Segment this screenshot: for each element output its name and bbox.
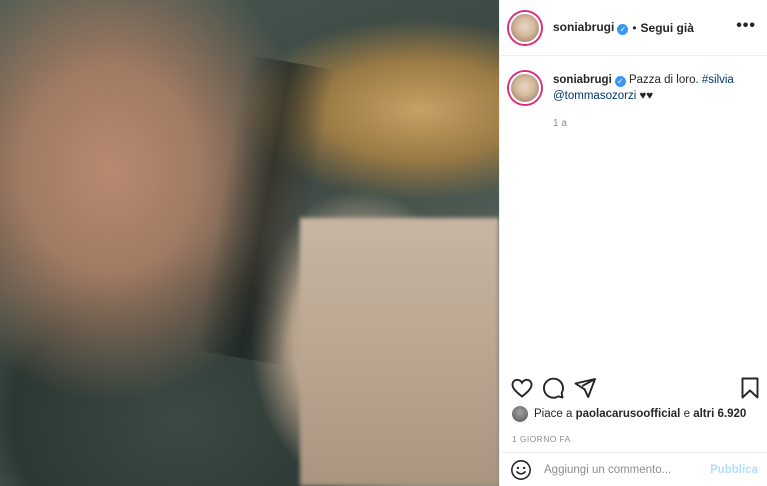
more-options-icon[interactable]: •••: [736, 17, 756, 35]
caption-timestamp: 1 a: [553, 118, 567, 129]
header-separator: •: [632, 20, 637, 35]
caption-username[interactable]: soniabrugi: [553, 74, 612, 86]
post-caption: soniabrugi ✓ Pazza di loro. #silvia @tomm…: [509, 72, 759, 132]
likes-prefix: Piace a: [534, 408, 573, 420]
post-header: soniabrugi ✓ • Segui già •••: [500, 0, 767, 56]
likes-others-link[interactable]: altri 6.920: [693, 408, 746, 420]
post-date[interactable]: 1 GIORNO FA: [512, 434, 571, 444]
caption-text: Pazza di loro.: [628, 74, 699, 86]
post-side-panel: soniabrugi ✓ • Segui già ••• soniabrugi ✓ …: [499, 0, 767, 486]
likes-middle: e: [683, 408, 690, 420]
caption-verified-badge-icon: ✓: [614, 76, 626, 87]
caption-mention[interactable]: @tommasozorzi: [553, 90, 636, 102]
caption-author-avatar[interactable]: [509, 72, 541, 104]
comment-bar: Pubblica: [500, 452, 767, 486]
emoji-icon[interactable]: [510, 459, 532, 481]
comment-icon[interactable]: [541, 376, 565, 400]
follow-status-button[interactable]: Segui già: [641, 21, 694, 35]
post-photo[interactable]: [0, 0, 499, 486]
likes-summary: Piace a paolacarusoofficial e altri 6.92…: [512, 406, 746, 422]
heart-icon[interactable]: [510, 376, 534, 400]
bookmark-icon[interactable]: [738, 376, 762, 400]
caption-emoji: ♥♥: [639, 90, 654, 102]
liker-avatar[interactable]: [512, 406, 528, 422]
comment-input[interactable]: [544, 463, 711, 476]
post-actions: [500, 374, 767, 402]
verified-badge-icon: ✓: [617, 24, 629, 35]
liker-username[interactable]: paolacarusoofficial: [576, 408, 681, 420]
share-icon[interactable]: [573, 376, 597, 400]
caption-text-block: soniabrugi ✓ Pazza di loro. #silvia @tomm…: [553, 72, 753, 132]
publish-button[interactable]: Pubblica: [710, 464, 758, 476]
author-username[interactable]: soniabrugi ✓: [553, 20, 629, 35]
author-avatar[interactable]: [509, 11, 541, 44]
caption-hashtag[interactable]: #silvia: [702, 74, 734, 86]
blurred-face-region: [300, 218, 499, 486]
